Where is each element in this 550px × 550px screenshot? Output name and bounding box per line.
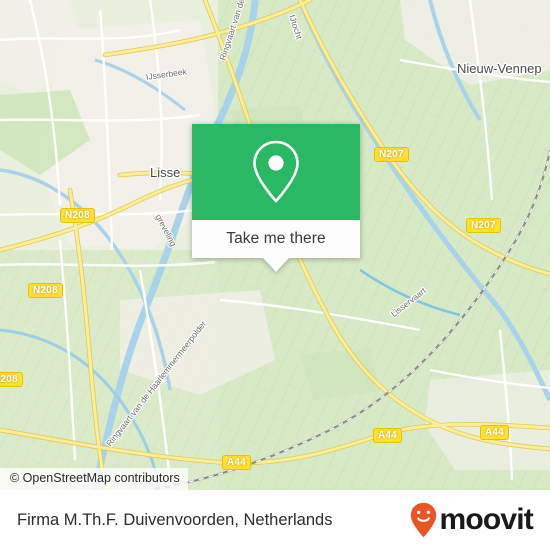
road-shield-a44: A44 [373,428,402,443]
map-canvas[interactable]: Lisse Nieuw-Vennep IJsserbeek Ringvaart … [0,0,550,490]
map-pin-icon [253,140,299,203]
page-footer: Firma M.Th.F. Duivenvoorden, Netherlands… [0,490,550,550]
page-title: Firma M.Th.F. Duivenvoorden, Netherlands [17,510,333,529]
road-shield-n208: N208 [0,372,23,387]
callout-tail [263,258,289,272]
moovit-pin-smiley-icon [411,502,437,538]
take-me-there-label: Take me there [226,230,326,247]
callout-action[interactable]: Take me there [192,220,360,258]
road-shield-n207: N207 [466,218,501,233]
callout-header [192,124,360,220]
road-shield-a44: A44 [480,425,509,440]
map-label-place: Lisse [150,165,181,180]
map-page: Lisse Nieuw-Vennep IJsserbeek Ringvaart … [0,0,550,550]
road-shield-n207: N207 [374,147,409,162]
destination-callout[interactable]: Take me there [192,124,360,272]
road-shield-n208: N208 [28,283,63,298]
map-attribution[interactable]: © OpenStreetMap contributors [0,468,188,490]
moovit-logo[interactable]: moovit [410,502,534,538]
map-label-place: Nieuw-Vennep [457,61,542,76]
moovit-wordmark: moovit [439,503,533,536]
road-shield-a44: A44 [222,455,251,470]
road-shield-n208: N208 [60,208,95,223]
